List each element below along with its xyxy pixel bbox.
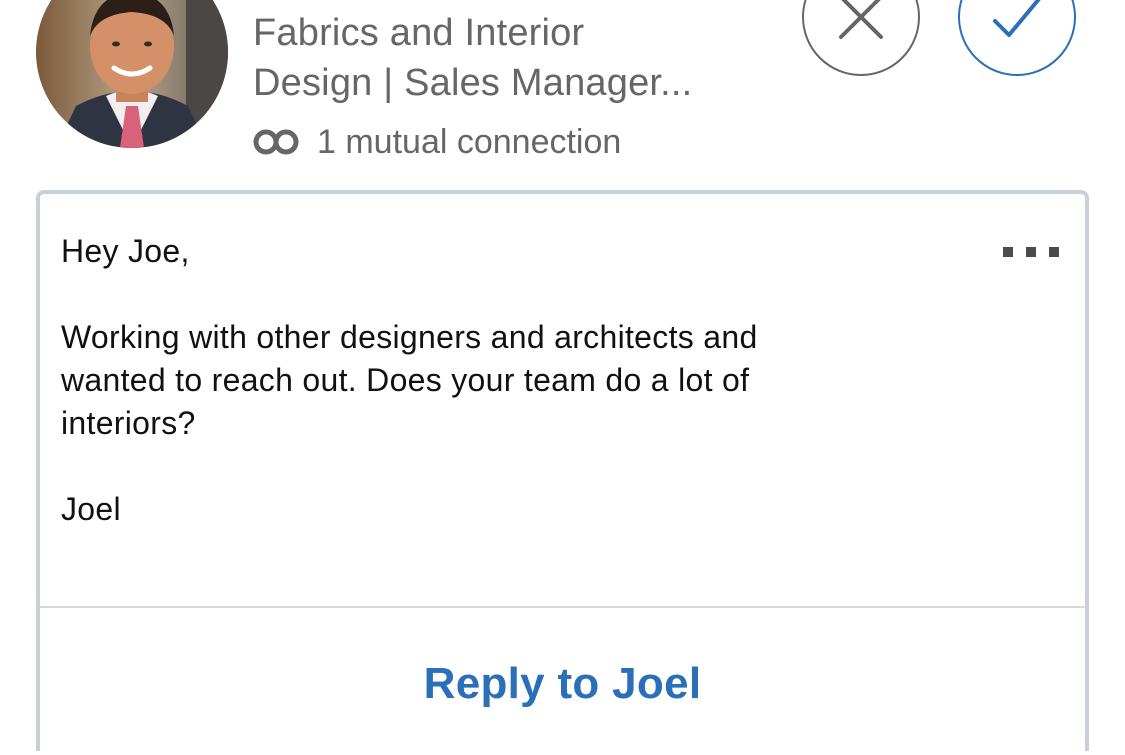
message-line: wanted to reach out. Does your team do a… <box>61 362 750 398</box>
ignore-button[interactable] <box>802 0 920 76</box>
message-line: Working with other designers and archite… <box>61 319 758 355</box>
checkmark-icon <box>993 0 1041 37</box>
accept-button[interactable] <box>958 0 1076 76</box>
message-card: Hey Joe, Working with other designers an… <box>36 190 1089 751</box>
reply-button[interactable]: Reply to Joel <box>40 608 1085 755</box>
message-signoff: Joel <box>61 491 121 527</box>
headline-line-2: Design | Sales Manager... <box>253 62 693 104</box>
message-line: interiors? <box>61 405 196 441</box>
profile-photo <box>36 0 228 148</box>
more-options-button[interactable] <box>1003 246 1059 258</box>
mutual-connections[interactable]: 1 mutual connection <box>253 120 621 164</box>
member-headline[interactable]: Fabrics and Interior Design | Sales Mana… <box>253 8 773 108</box>
ellipsis-icon <box>1003 247 1013 257</box>
avatar[interactable] <box>36 0 228 148</box>
close-icon <box>839 0 883 39</box>
mutual-connections-label: 1 mutual connection <box>317 122 622 161</box>
message-greeting: Hey Joe, <box>61 233 190 269</box>
message-body: Hey Joe, Working with other designers an… <box>61 230 961 531</box>
mutual-connections-icon <box>253 129 299 155</box>
headline-line-1: Fabrics and Interior <box>253 12 585 54</box>
